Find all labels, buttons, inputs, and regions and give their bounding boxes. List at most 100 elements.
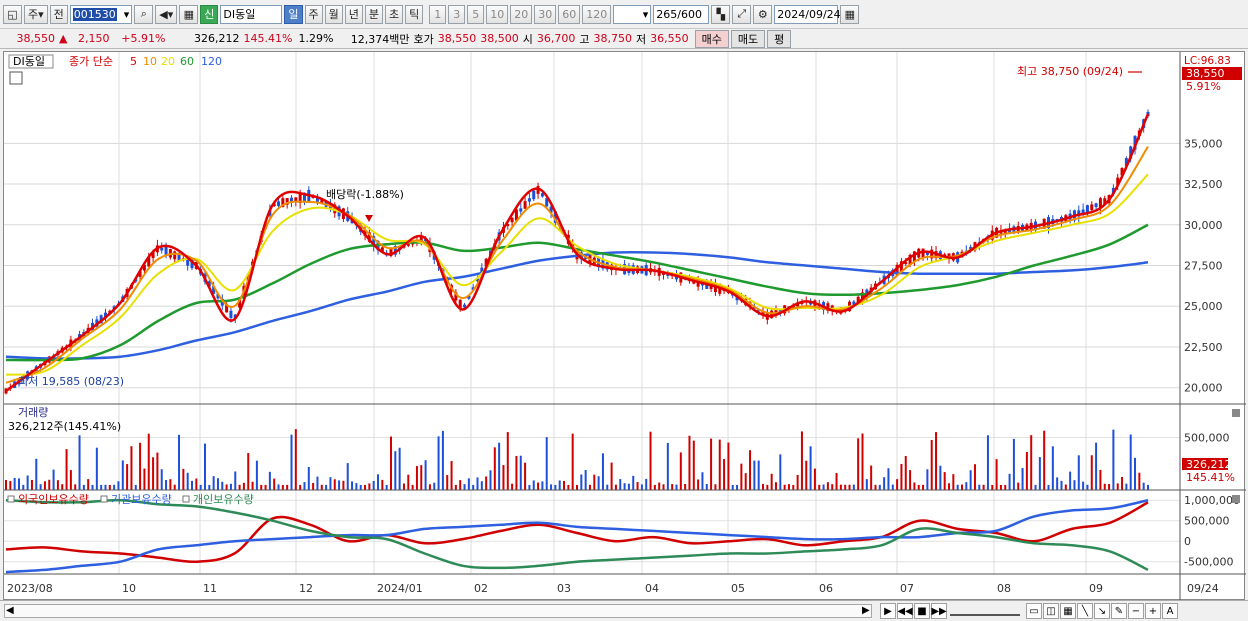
- volume-bar: [800, 431, 803, 490]
- ma-line-5: [5, 113, 1150, 392]
- scroll-track[interactable]: [4, 604, 872, 618]
- volume-bar: [199, 484, 202, 490]
- tab-0[interactable]: 일: [284, 4, 303, 24]
- window-icon[interactable]: ◱: [3, 4, 22, 24]
- sell-button[interactable]: 매도: [730, 29, 766, 48]
- speaker-icon[interactable]: ◀▾: [155, 4, 178, 24]
- gear-icon[interactable]: ⚙: [753, 4, 773, 24]
- hold-tick-label: 1,000,000: [1184, 494, 1240, 507]
- volume-bar: [203, 443, 206, 490]
- interval-10[interactable]: 10: [486, 4, 509, 24]
- chart-canvas[interactable]: 20,000 22,500 25,000 27,500 30,000 32,500 35,0…: [4, 52, 1246, 601]
- volume-bar: [926, 469, 929, 490]
- prev-button[interactable]: 전: [49, 4, 68, 24]
- interval-20[interactable]: 20: [510, 4, 533, 24]
- interval-3[interactable]: 3: [448, 4, 466, 24]
- volume-bar: [593, 474, 596, 490]
- grid-icon[interactable]: ▦: [1060, 603, 1076, 619]
- volume-bar: [372, 480, 375, 490]
- volume-bar: [770, 473, 773, 490]
- volume-bar: [960, 484, 963, 490]
- chart-area[interactable]: 20,000 22,500 25,000 27,500 30,000 32,500 35,0…: [3, 51, 1246, 601]
- volume-bar: [165, 479, 168, 490]
- x-tick-label: 12: [299, 582, 313, 595]
- volume-bar: [666, 442, 669, 490]
- favorite-icon[interactable]: ▦: [179, 4, 199, 24]
- zoom-in-icon[interactable]: +: [1145, 603, 1161, 619]
- tab-1[interactable]: 주: [304, 4, 323, 24]
- volume-bar: [900, 463, 903, 490]
- count-field[interactable]: 265/600: [653, 4, 710, 24]
- volume-bar: [104, 484, 107, 490]
- tab-5[interactable]: 초: [385, 4, 404, 24]
- date-field[interactable]: 2024/09/24: [774, 4, 841, 24]
- search-icon[interactable]: ⌕: [134, 4, 154, 24]
- volume-bar: [502, 465, 505, 490]
- rewind-icon[interactable]: ◀◀: [897, 603, 913, 619]
- candle-body: [277, 201, 281, 206]
- volume-bar: [225, 484, 228, 490]
- tab-6[interactable]: 틱: [405, 4, 424, 24]
- forward-icon[interactable]: ▶▶: [931, 603, 947, 619]
- volume-bar: [251, 481, 254, 490]
- legend-name: DI동일: [13, 54, 45, 68]
- eval-button[interactable]: 평: [767, 29, 792, 48]
- period-type-select[interactable]: 주 ▾: [24, 4, 48, 24]
- volume-bar: [147, 433, 150, 490]
- volume-bar: [783, 484, 786, 490]
- volume-bar: [571, 433, 574, 490]
- volume-bar: [268, 471, 271, 490]
- interval-120[interactable]: 120: [582, 4, 612, 24]
- volume-bar: [178, 434, 181, 490]
- volume-bar: [234, 471, 237, 490]
- volume-bar: [563, 480, 566, 490]
- interval-dropdown[interactable]: ▾: [613, 4, 652, 24]
- volume-bar: [532, 480, 535, 490]
- zoom-slider[interactable]: [950, 606, 1020, 616]
- volume-bar: [878, 484, 881, 490]
- volume-bar: [351, 481, 354, 490]
- x-tick-label: 2024/01: [377, 582, 423, 595]
- stock-name-field[interactable]: DI동일: [220, 4, 283, 24]
- interval-1[interactable]: 1: [429, 4, 447, 24]
- x-tick-label: 2023/08: [7, 582, 53, 595]
- buy-button[interactable]: 매수: [694, 29, 729, 48]
- interval-30[interactable]: 30: [534, 4, 557, 24]
- chart-scrollbar[interactable]: ◀ ▶ ▶ ◀◀ ■ ▶▶ ▭ ◫ ▦ ╲ ↘ ✎ − + A: [0, 600, 1248, 621]
- code-input[interactable]: 001530 ▾: [69, 4, 133, 24]
- tab-4[interactable]: 분: [364, 4, 384, 24]
- volume-bar: [662, 484, 665, 490]
- scroll-right-icon[interactable]: ▶: [862, 605, 870, 616]
- legend-swatch: [7, 495, 15, 503]
- volume-bar: [528, 484, 531, 490]
- turnover-rate: 1.29%: [298, 32, 334, 45]
- text-tool-icon[interactable]: A: [1162, 603, 1178, 619]
- layout-icon[interactable]: ▭: [1026, 603, 1042, 619]
- stop-icon[interactable]: ■: [914, 603, 930, 619]
- play-icon[interactable]: ▶: [880, 603, 896, 619]
- volume-bar: [139, 442, 142, 490]
- pencil-icon[interactable]: ✎: [1111, 603, 1127, 619]
- legend-swatch: [182, 495, 190, 503]
- legend-type: 종가 단순: [69, 55, 113, 68]
- calendar-icon[interactable]: ▦: [840, 4, 860, 24]
- volume-bar: [705, 483, 708, 490]
- interval-60[interactable]: 60: [558, 4, 581, 24]
- volume-bar: [5, 480, 7, 490]
- volume-bar: [541, 481, 544, 490]
- chart-settings-icon[interactable]: ▚: [711, 4, 731, 24]
- low-label: 저: [635, 32, 647, 46]
- scroll-left-icon[interactable]: ◀: [6, 605, 14, 616]
- volume-bar: [238, 484, 241, 490]
- zoom-out-icon[interactable]: −: [1128, 603, 1144, 619]
- interval-5[interactable]: 5: [467, 4, 485, 24]
- tab-2[interactable]: 월: [324, 4, 343, 24]
- sin-badge: 신: [200, 4, 219, 24]
- ray-tool-icon[interactable]: ↘: [1094, 603, 1110, 619]
- tab-3[interactable]: 년: [344, 4, 363, 24]
- volume-bar: [1025, 451, 1028, 490]
- split-icon[interactable]: ◫: [1043, 603, 1059, 619]
- crosshair-icon[interactable]: ⤢: [732, 4, 752, 24]
- volume-bar: [247, 452, 250, 490]
- line-tool-icon[interactable]: ╲: [1077, 603, 1093, 619]
